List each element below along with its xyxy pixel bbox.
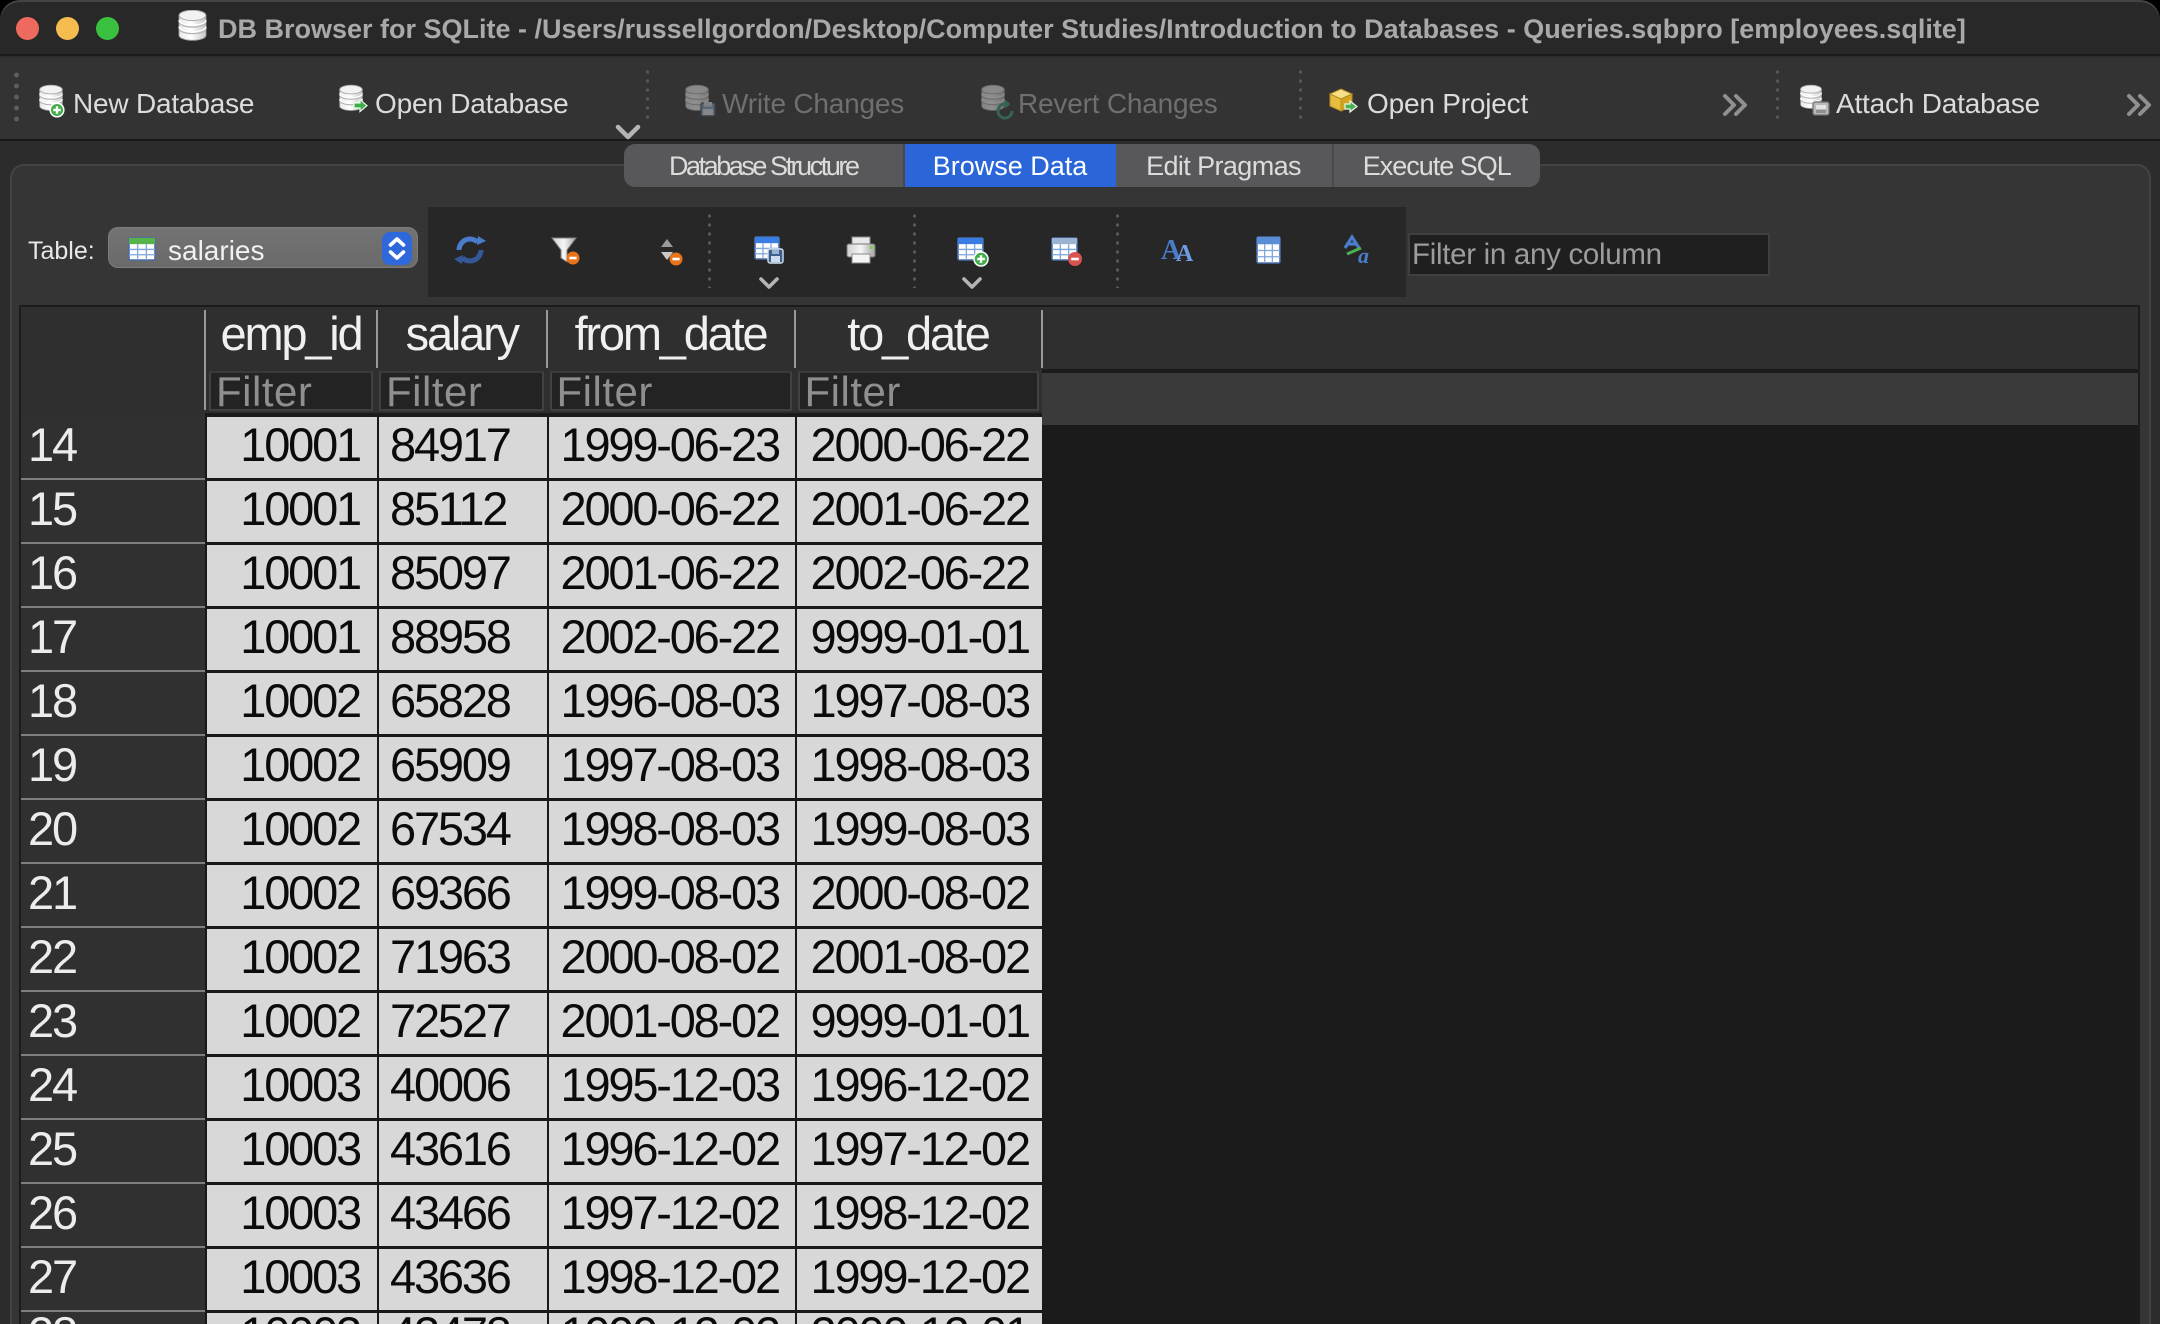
svg-text:a: a xyxy=(1358,243,1369,268)
svg-text:A: A xyxy=(1176,241,1194,267)
